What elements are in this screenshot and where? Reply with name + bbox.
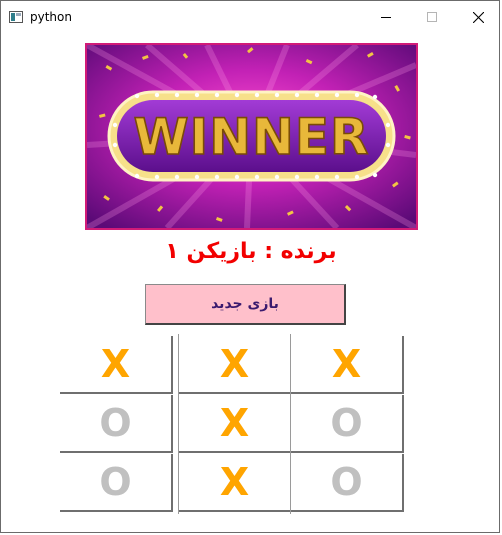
python-app-icon [9, 11, 23, 23]
maximize-icon [427, 12, 437, 22]
title-bar[interactable]: python [1, 1, 499, 33]
grid-separator [178, 334, 179, 514]
winner-banner-image: WINNER [85, 43, 418, 230]
minimize-icon [381, 17, 391, 18]
window-title: python [30, 10, 72, 24]
board-cell-r1-c2[interactable]: X [179, 336, 292, 394]
board-cell-r3-c3[interactable]: O [291, 454, 404, 512]
minimize-button[interactable] [363, 1, 409, 33]
new-game-button[interactable]: بازی جدید [145, 284, 346, 325]
board-cell-r3-c1[interactable]: O [60, 454, 173, 512]
close-icon [472, 11, 484, 23]
app-window: python WINNER برنده: بازیکن ۱ بازی جدید… [0, 0, 500, 533]
banner-text: WINNER [133, 108, 369, 166]
board-cell-r1-c3[interactable]: X [291, 336, 404, 394]
winner-banner-graphic: WINNER [87, 45, 416, 228]
board-cell-r2-c2[interactable]: X [179, 395, 292, 453]
board-cell-r2-c3[interactable]: O [291, 395, 404, 453]
winner-label: برنده : بازیکن ۱ [165, 239, 337, 264]
board-cell-r3-c2[interactable]: X [179, 454, 292, 512]
maximize-button[interactable] [409, 1, 455, 33]
close-button[interactable] [455, 1, 501, 33]
grid-separator [290, 334, 291, 514]
board-cell-r2-c1[interactable]: O [60, 395, 173, 453]
board-cell-r1-c1[interactable]: X [60, 336, 173, 394]
